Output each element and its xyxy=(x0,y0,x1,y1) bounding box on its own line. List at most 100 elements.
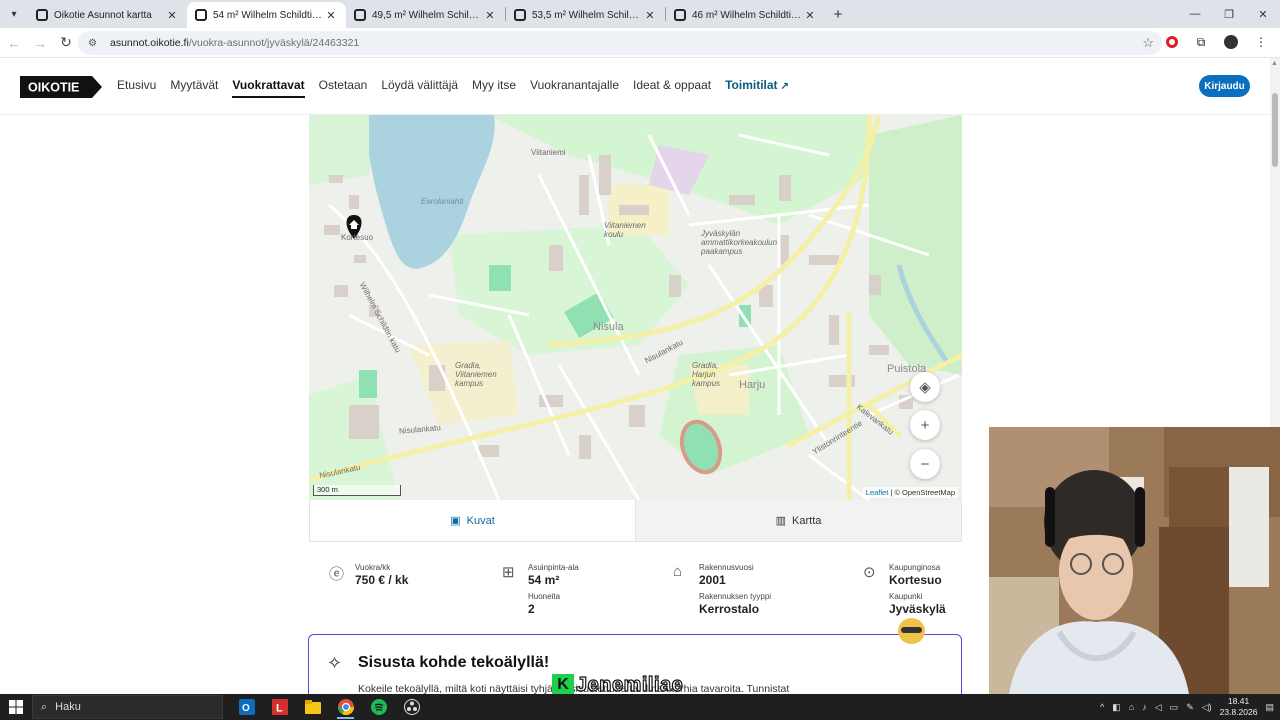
toolbar-extensions: ⧉ ⋮ xyxy=(1166,33,1270,51)
window-controls: — ❐ ✕ xyxy=(1178,0,1280,28)
url-path: /vuokra-asunnot/jyväskylä/24463321 xyxy=(188,37,360,49)
map-label-gradia-harju: Gradia, Harjun kampus xyxy=(692,361,721,388)
obs-app-icon[interactable] xyxy=(395,694,428,720)
taskbar-search[interactable]: ⌕ Haku xyxy=(32,695,223,719)
fact-year-label: Rakennusvuosi xyxy=(699,563,754,572)
map-tiles xyxy=(309,115,962,500)
restore-icon[interactable]: ❐ xyxy=(1212,0,1246,28)
extensions-puzzle-icon[interactable]: ⧉ xyxy=(1192,33,1210,51)
speaker-icon[interactable]: ◁ xyxy=(1155,702,1162,713)
fact-district: ⊙ Kaupunginosa Kortesuo xyxy=(863,563,942,587)
oikotie-favicon-icon xyxy=(674,9,686,21)
zoom-out-icon[interactable]: − xyxy=(910,449,940,479)
fact-area-value: 54 m² xyxy=(528,573,560,587)
close-tab-icon[interactable]: ✕ xyxy=(165,9,179,22)
notifications-icon[interactable]: ▤ xyxy=(1265,702,1274,713)
site-info-icon[interactable]: ⚙ xyxy=(88,38,102,49)
close-tab-icon[interactable]: ✕ xyxy=(483,9,497,22)
external-link-icon: ↗ xyxy=(780,81,789,92)
browser-tab[interactable]: 53,5 m² Wilhelm Schildtin katu ✕ xyxy=(506,2,665,28)
fact-rooms-value: 2 xyxy=(528,602,535,616)
browser-tab[interactable]: 46 m² Wilhelm Schildtin katu 18 ✕ xyxy=(666,2,825,28)
map-label-eerolanlahti: Eerolanlahti xyxy=(421,197,464,206)
new-tab-plus-icon[interactable]: + xyxy=(825,6,851,23)
back-arrow-icon[interactable]: ← xyxy=(2,31,26,55)
browser-menu-icon[interactable]: ⋮ xyxy=(1252,33,1270,51)
fact-rent-label: Vuokra/kk xyxy=(355,563,391,572)
fact-rooms-label: Huoneita xyxy=(528,592,561,601)
nav-vuokranantajalle[interactable]: Vuokranantajalle xyxy=(530,78,619,98)
outlook-app-icon[interactable]: O xyxy=(230,694,263,720)
browser-tab[interactable]: 49,5 m² Wilhelm Schildtin katu ✕ xyxy=(346,2,505,28)
oikotie-favicon-icon xyxy=(514,9,526,21)
svg-text:OIKOTIE: OIKOTIE xyxy=(28,81,79,95)
fact-rent-value: 750 € / kk xyxy=(355,573,409,587)
scroll-up-arrow-icon[interactable]: ▲ xyxy=(1271,60,1278,67)
nav-toimitilat-label: Toimitilat xyxy=(725,78,778,92)
chrome-app-icon[interactable] xyxy=(329,694,362,720)
windows-start-icon[interactable] xyxy=(0,700,32,714)
nav-ostetaan[interactable]: Ostetaan xyxy=(319,78,368,98)
scrollbar-thumb[interactable] xyxy=(1272,93,1278,167)
nav-ideat-oppaat[interactable]: Ideat & oppaat xyxy=(633,78,711,98)
oikotie-favicon-icon xyxy=(195,9,207,21)
network-icon[interactable]: ⌂ xyxy=(1129,702,1134,712)
oikotie-favicon-icon xyxy=(36,9,48,21)
osm-attribution: | © OpenStreetMap xyxy=(890,488,955,497)
map-label-nisula: Nisula xyxy=(593,321,624,333)
tab-images-label: Kuvat xyxy=(466,514,495,527)
login-button[interactable]: Kirjaudu xyxy=(1199,75,1250,97)
nav-toimitilat[interactable]: Toimitilat ↗ xyxy=(725,78,789,98)
tray-chevron-icon[interactable]: ^ xyxy=(1100,702,1104,712)
fact-rooms: Huoneita 2 xyxy=(528,592,560,616)
map-label-viitaniemen-koulu: Viitaniemen koulu xyxy=(604,221,646,239)
map-label-viitaniemi: Viitaniemi xyxy=(531,148,566,157)
media-view-tabs: ▣ Kuvat ▥ Kartta xyxy=(309,500,962,542)
fact-city-value: Jyväskylä xyxy=(889,602,946,616)
tray-app-icon[interactable]: ◧ xyxy=(1112,702,1121,713)
nav-loyda-valittaja[interactable]: Löydä välittäjä xyxy=(381,78,458,98)
pen-icon[interactable]: ✎ xyxy=(1186,702,1194,713)
taskbar-date: 23.8.2026 xyxy=(1219,707,1258,717)
fact-district-label: Kaupunginosa xyxy=(889,563,941,572)
minimize-icon[interactable]: — xyxy=(1178,0,1212,28)
svg-text:O: O xyxy=(242,703,250,714)
map-label-jamk: Jyväskylän ammattikorkeakoulun paakampus xyxy=(701,229,778,256)
map-scale-bar: 300 m xyxy=(313,485,401,496)
profile-avatar[interactable] xyxy=(1224,35,1238,49)
bookmark-star-icon[interactable]: ☆ xyxy=(1142,35,1154,51)
tab-images[interactable]: ▣ Kuvat xyxy=(310,500,635,541)
oikotie-logo[interactable]: OIKOTIE xyxy=(20,76,102,98)
red-l-app-icon[interactable]: L xyxy=(263,694,296,720)
close-window-icon[interactable]: ✕ xyxy=(1246,0,1280,28)
nav-etusivu[interactable]: Etusivu xyxy=(117,78,156,98)
forward-arrow-icon[interactable]: → xyxy=(28,31,52,55)
fact-area-label: Asuinpinta-ala xyxy=(528,563,579,572)
microphone-icon[interactable]: ♪ xyxy=(1142,702,1147,712)
address-bar[interactable]: ⚙ asunnot.oikotie.fi/vuokra-asunnot/jyvä… xyxy=(78,31,1162,55)
close-tab-icon[interactable]: ✕ xyxy=(803,9,817,22)
nav-vuokrattavat[interactable]: Vuokrattavat xyxy=(232,78,305,98)
file-explorer-icon[interactable] xyxy=(296,694,329,720)
browser-tab-active[interactable]: 54 m² Wilhelm Schildtin katu 20 ✕ xyxy=(187,2,346,28)
spotify-app-icon[interactable] xyxy=(362,694,395,720)
tab-search-chevron-icon[interactable]: ▾ xyxy=(0,0,28,28)
tab-map[interactable]: ▥ Kartta xyxy=(635,500,961,541)
zoom-in-icon[interactable]: + xyxy=(910,410,940,440)
ai-banner-title: Sisusta kohde tekoälyllä! xyxy=(358,654,550,671)
volume-icon[interactable]: ◁) xyxy=(1202,702,1212,713)
close-tab-icon[interactable]: ✕ xyxy=(324,9,338,22)
nav-myy-itse[interactable]: Myy itse xyxy=(472,78,516,98)
listing-map[interactable]: Viitaniemi Eerolanlahti Kortesuo Viitani… xyxy=(309,115,962,500)
opera-extension-icon[interactable] xyxy=(1166,36,1178,48)
map-layers-icon[interactable]: ◈ xyxy=(910,372,940,402)
browser-tab[interactable]: Oikotie Asunnot kartta ✕ xyxy=(28,2,187,28)
reload-icon[interactable]: ↻ xyxy=(54,31,78,55)
display-icon[interactable]: ▭ xyxy=(1170,702,1179,713)
browser-toolbar: ← → ↻ ⚙ asunnot.oikotie.fi/vuokra-asunno… xyxy=(0,28,1280,58)
map-label-gradia: Gradia, Viitaniemen kampus xyxy=(455,361,497,388)
leaflet-link[interactable]: Leaflet xyxy=(866,488,889,497)
taskbar-clock[interactable]: 18.41 23.8.2026 xyxy=(1220,696,1258,718)
nav-myytavat[interactable]: Myytävät xyxy=(170,78,218,98)
close-tab-icon[interactable]: ✕ xyxy=(643,9,657,22)
